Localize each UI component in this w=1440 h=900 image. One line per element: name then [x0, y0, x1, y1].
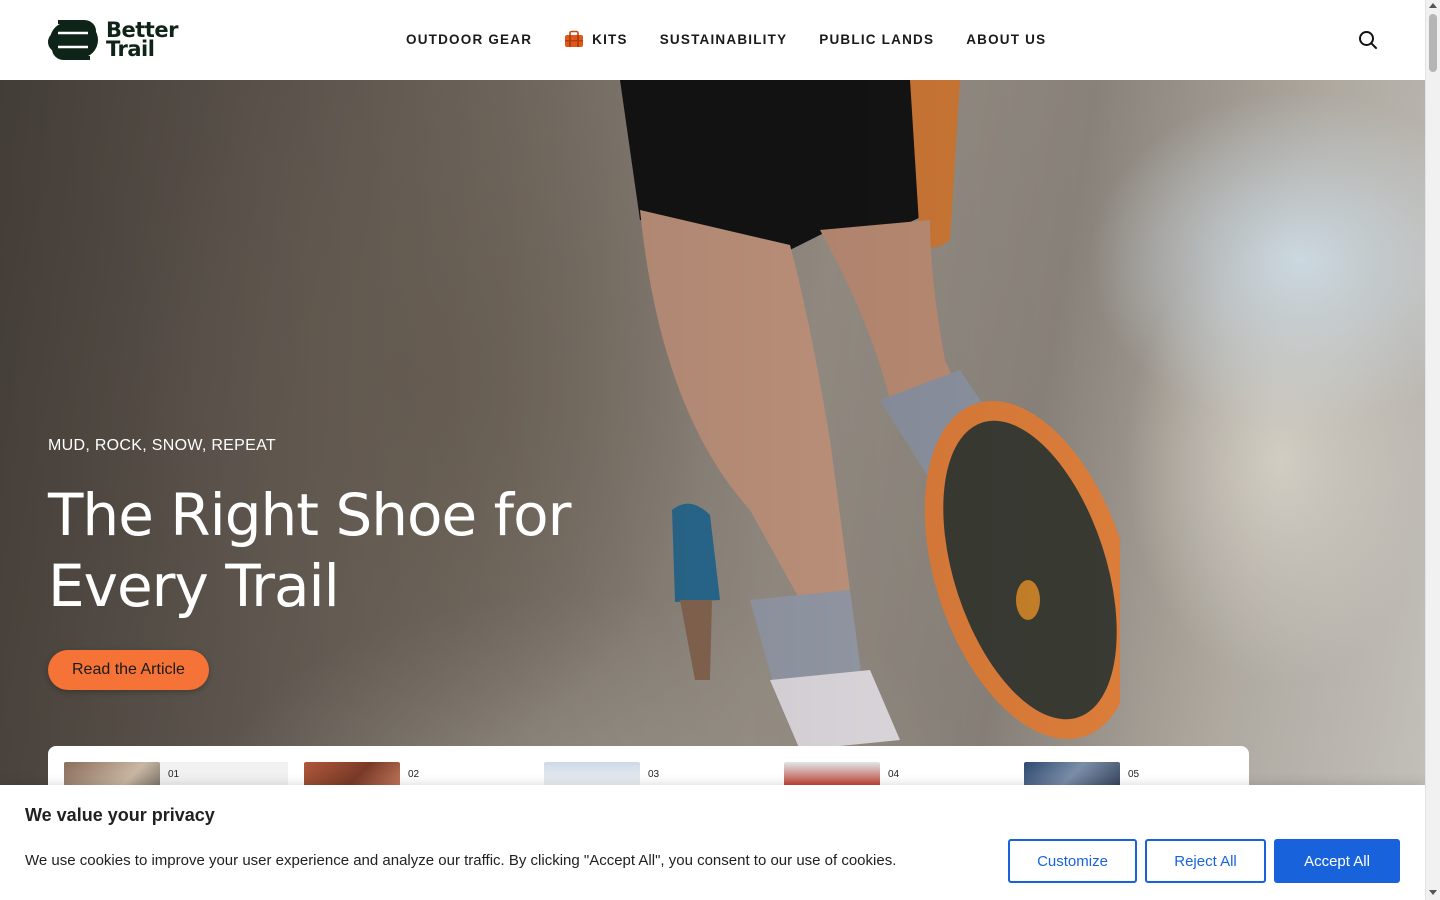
nav-item-about-us[interactable]: ABOUT US	[966, 32, 1046, 47]
customize-button[interactable]: Customize	[1008, 839, 1137, 883]
nav-label: SUSTAINABILITY	[659, 31, 788, 47]
nav-label: ABOUT US	[966, 31, 1047, 47]
hero-title: The Right Shoe for Every Trail	[48, 481, 571, 620]
nav-item-sustainability[interactable]: SUSTAINABILITY	[660, 32, 788, 47]
cookie-title: We value your privacy	[25, 805, 215, 825]
nav-item-outdoor-gear[interactable]: OUTDOOR GEAR	[406, 32, 532, 47]
scroll-thumb[interactable]	[1429, 14, 1437, 72]
scroll-up-arrow-icon[interactable]	[1429, 3, 1437, 8]
logo-mark-icon	[48, 20, 98, 60]
page-scrollbar[interactable]	[1425, 0, 1440, 900]
hero-eyebrow: MUD, ROCK, SNOW, REPEAT	[48, 437, 276, 454]
read-article-button[interactable]: Read the Article	[48, 650, 209, 690]
brand-logo[interactable]: Better Trail	[48, 20, 178, 60]
main-nav: OUTDOOR GEAR KITS SUSTAINABILITY PUBLIC …	[406, 30, 1046, 48]
search-icon[interactable]	[1356, 28, 1380, 52]
duffel-bag-icon	[565, 30, 584, 47]
site-header: Better Trail OUTDOOR GEAR KITS SUSTAINAB…	[0, 0, 1425, 80]
nav-item-kits[interactable]: KITS	[564, 30, 628, 48]
cookie-consent-banner: We value your privacy We use cookies to …	[0, 785, 1425, 900]
cookie-description: We use cookies to improve your user expe…	[25, 852, 897, 869]
nav-label: PUBLIC LANDS	[819, 31, 935, 47]
nav-label: OUTDOOR GEAR	[406, 31, 533, 47]
brand-wordmark: Better Trail	[106, 20, 178, 61]
nav-item-public-lands[interactable]: PUBLIC LANDS	[819, 32, 934, 47]
reject-all-button[interactable]: Reject All	[1145, 839, 1266, 883]
scroll-down-arrow-icon[interactable]	[1429, 890, 1437, 895]
brand-line2: Trail	[106, 37, 155, 61]
accept-all-button[interactable]: Accept All	[1274, 839, 1400, 883]
nav-label: KITS	[592, 31, 628, 47]
